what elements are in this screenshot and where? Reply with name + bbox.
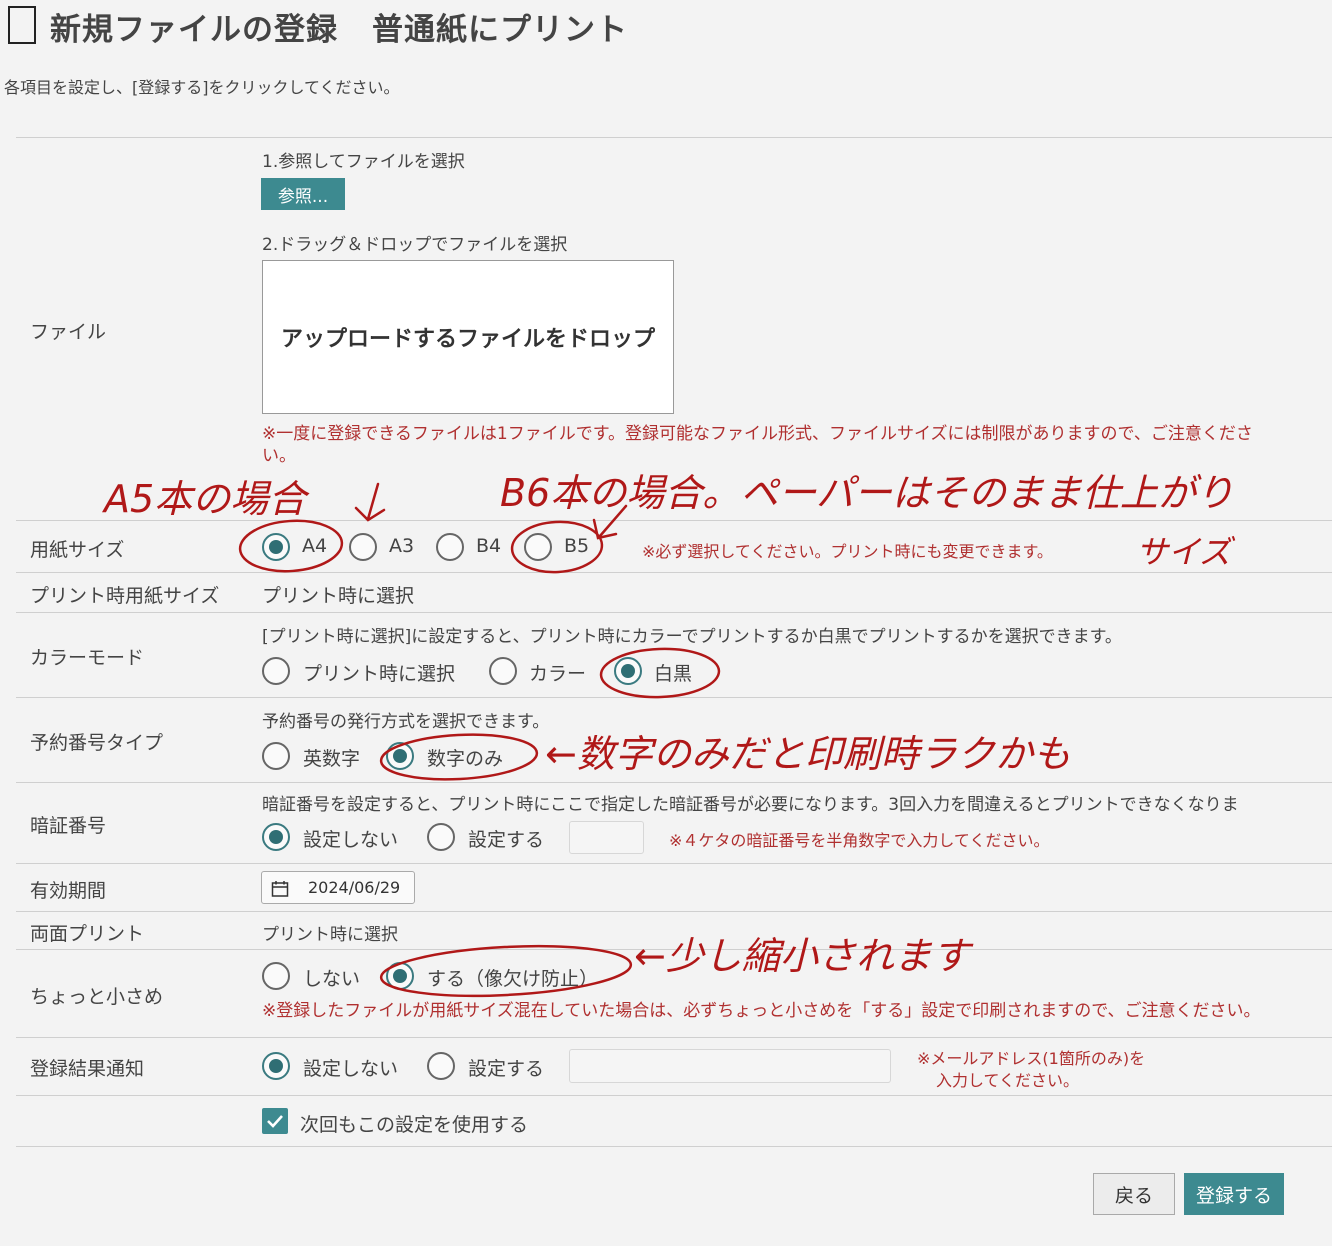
color-mode-color-radio[interactable]: [489, 657, 517, 685]
paper-size-b5-radio[interactable]: [524, 533, 552, 561]
annotation-a5: A5本の場合: [104, 477, 307, 521]
divider: [16, 137, 1332, 138]
paper-size-notice: ※必ず選択してください。プリント時にも変更できます。: [642, 542, 1053, 561]
file-label: ファイル: [30, 321, 107, 343]
reservation-type-label: 予約番号タイプ: [30, 732, 164, 754]
divider: [16, 572, 1332, 573]
divider: [16, 612, 1332, 613]
color-mode-mono-label: 白黒: [654, 663, 693, 685]
divider: [16, 911, 1332, 912]
paper-size-a3-radio[interactable]: [349, 533, 377, 561]
file-dropzone[interactable]: アップロードするファイルをドロップ: [262, 260, 674, 414]
divider: [16, 1037, 1332, 1038]
paper-size-a3-label: A3: [389, 535, 415, 557]
annotation-b6: B6本の場合。ペーパーはそのまま仕上がり: [500, 471, 1234, 515]
annotation-digits: ←数字のみだと印刷時ラクかも: [545, 732, 1071, 776]
notification-notice-cont: 入力してください。: [936, 1071, 1080, 1090]
slightly-smaller-off-radio[interactable]: [262, 962, 290, 990]
paper-size-a4-label: A4: [302, 535, 328, 557]
file-notice: ※一度に登録できるファイルは1ファイルです。登録可能なファイル形式、ファイルサイ…: [262, 424, 1253, 444]
print-paper-size-label: プリント時用紙サイズ: [30, 585, 220, 607]
slightly-smaller-off-label: しない: [303, 968, 361, 990]
divider: [16, 863, 1332, 864]
paper-size-label: 用紙サイズ: [30, 539, 125, 561]
reservation-digits-label: 数字のみ: [427, 748, 504, 770]
ink-circle-a4: [238, 519, 344, 573]
notification-label: 登録結果通知: [30, 1058, 145, 1080]
page-subtitle: 普通紙にプリント: [372, 12, 628, 48]
ink-arrow-a5: [354, 482, 386, 522]
color-mode-color-label: カラー: [529, 663, 587, 685]
notification-on-label: 設定する: [468, 1058, 545, 1080]
notification-off-label: 設定しない: [303, 1058, 399, 1080]
print-paper-size-value: プリント時に選択: [262, 585, 415, 607]
duplex-label: 両面プリント: [30, 923, 145, 945]
pin-label: 暗証番号: [30, 815, 107, 837]
pin-on-label: 設定する: [468, 829, 545, 851]
pin-on-radio[interactable]: [427, 823, 455, 851]
file-step2-text: 2.ドラッグ＆ドロップでファイルを選択: [262, 235, 568, 255]
file-step1-text: 1.参照してファイルを選択: [262, 152, 465, 172]
checkmark-icon: [267, 1115, 283, 1128]
color-mode-description: [プリント時に選択]に設定すると、プリント時にカラーでプリントするか白黒でプリン…: [262, 627, 1122, 647]
divider: [16, 782, 1332, 783]
duplex-value: プリント時に選択: [262, 925, 398, 945]
instruction-text: 各項目を設定し、[登録する]をクリックしてください。: [4, 78, 400, 97]
annotation-shrink: ←少し縮小されます: [634, 934, 970, 978]
file-notice-cont: い。: [262, 446, 296, 466]
notification-off-radio[interactable]: [262, 1052, 290, 1080]
notification-notice: ※メールアドレス(1箇所のみ)を: [917, 1049, 1146, 1068]
paper-size-a4-radio[interactable]: [262, 533, 290, 561]
slightly-smaller-on-radio[interactable]: [386, 962, 414, 990]
expiry-date-field[interactable]: 2024/06/29: [261, 871, 415, 904]
notification-email-input[interactable]: [569, 1049, 891, 1083]
remember-settings-checkbox[interactable]: [262, 1108, 288, 1134]
reservation-alnum-radio[interactable]: [262, 742, 290, 770]
expiry-date-value: 2024/06/29: [308, 878, 401, 897]
pin-off-radio[interactable]: [262, 823, 290, 851]
slightly-smaller-label: ちょっと小さめ: [30, 986, 164, 1008]
paper-size-b4-radio[interactable]: [436, 533, 464, 561]
paper-size-b4-label: B4: [476, 535, 502, 557]
remember-settings-label: 次回もこの設定を使用する: [300, 1114, 529, 1136]
slightly-smaller-on-label: する（像欠け防止）: [427, 968, 599, 990]
page-title: 新規ファイルの登録 普通紙にプリント: [50, 12, 628, 48]
color-mode-mono-radio[interactable]: [614, 657, 642, 685]
submit-button[interactable]: 登録する: [1184, 1173, 1284, 1215]
pin-input[interactable]: [569, 821, 644, 854]
calendar-icon: [271, 881, 289, 897]
color-mode-print-time-radio[interactable]: [262, 657, 290, 685]
expiry-label: 有効期間: [30, 880, 107, 902]
reservation-alnum-label: 英数字: [303, 748, 361, 770]
pin-notice: ※４ケタの暗証番号を半角数字で入力してください。: [669, 831, 1050, 850]
divider: [16, 1146, 1332, 1147]
notification-on-radio[interactable]: [427, 1052, 455, 1080]
annotation-b6-cont: サイズ: [1136, 533, 1232, 571]
pin-description: 暗証番号を設定すると、プリント時にここで指定した暗証番号が必要になります。3回入…: [262, 795, 1239, 815]
back-button[interactable]: 戻る: [1093, 1173, 1175, 1215]
slightly-smaller-notice: ※登録したファイルが用紙サイズ混在していた場合は、必ずちょっと小さめを「する」設…: [262, 1001, 1261, 1021]
page-icon: [8, 6, 36, 44]
divider: [16, 697, 1332, 698]
color-mode-print-time-label: プリント時に選択: [303, 663, 456, 685]
pin-off-label: 設定しない: [303, 829, 399, 851]
browse-button[interactable]: 参照...: [261, 178, 345, 210]
reservation-digits-radio[interactable]: [386, 742, 414, 770]
paper-size-b5-label: B5: [564, 535, 590, 557]
divider: [16, 1095, 1332, 1096]
color-mode-label: カラーモード: [30, 647, 145, 669]
dropzone-text: アップロードするファイルをドロップ: [280, 327, 655, 352]
reservation-type-description: 予約番号の発行方式を選択できます。: [262, 712, 550, 732]
